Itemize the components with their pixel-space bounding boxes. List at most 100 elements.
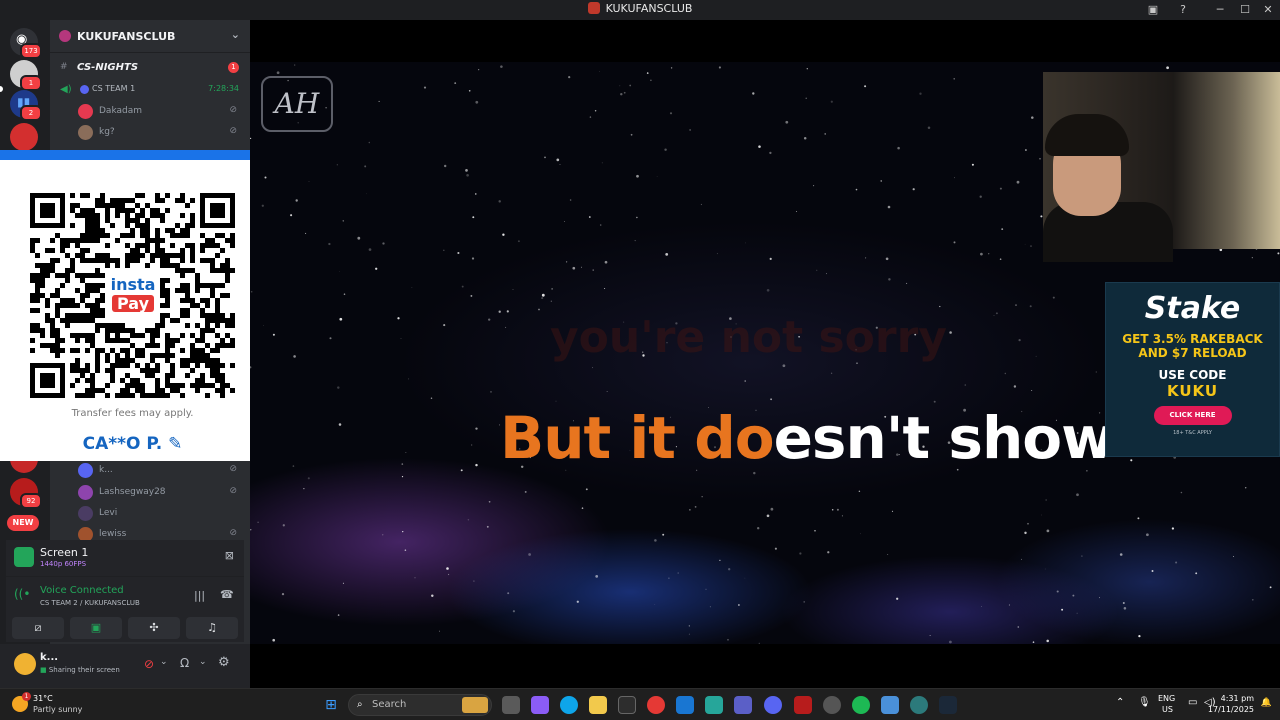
server-icon[interactable]: 1 <box>10 60 42 91</box>
click-here-button[interactable]: CLICK HERE <box>1153 406 1232 425</box>
stake-ad[interactable]: Stake GET 3.5% RAKEBACK AND $7 RELOAD US… <box>1105 282 1280 457</box>
disconnect-icon[interactable]: ☎ <box>220 588 234 601</box>
server-icon[interactable]: ▮▮ 2 <box>10 90 42 121</box>
app-icon[interactable] <box>910 696 928 714</box>
language-label[interactable]: ENG <box>1158 694 1175 703</box>
avatar <box>78 506 93 521</box>
new-badge[interactable]: NEW <box>7 515 39 531</box>
chevron-down-icon[interactable]: ⌄ <box>160 657 168 667</box>
muted-icon: ⊘ <box>229 126 237 136</box>
lyric-unsung: esn't show <box>773 404 1115 472</box>
outlook-icon[interactable] <box>676 696 694 714</box>
muted-icon: ⊘ <box>229 105 237 115</box>
server-badge: 1 <box>20 75 42 91</box>
channel-item-cs-nights[interactable]: # CS-NIGHTS 1 <box>50 58 250 78</box>
member-name: lewiss <box>99 529 127 539</box>
voice-member[interactable]: k... ⊘ <box>78 461 243 481</box>
discord-taskbar-icon[interactable] <box>764 696 782 714</box>
voice-timer: 7:28:34 <box>208 84 239 93</box>
soundboard-button[interactable]: ♫ <box>186 617 238 639</box>
voice-status[interactable]: Voice Connected <box>40 585 124 596</box>
camera-toggle-button[interactable]: ⧄ <box>12 617 64 639</box>
stake-logo: Stake <box>1144 291 1241 326</box>
window-title-text: KUKUFANSCLUB <box>605 2 693 15</box>
discord-home-button[interactable]: ◉ 173 <box>10 28 42 59</box>
app-icon[interactable] <box>823 696 841 714</box>
stop-stream-icon[interactable]: ⊠ <box>225 549 234 562</box>
voice-connection-panel: ((• Voice Connected CS TEAM 2 / KUKUFANS… <box>6 576 244 642</box>
taskbar-search[interactable]: ⌕ Search <box>348 694 492 716</box>
teams-icon[interactable] <box>734 696 752 714</box>
fee-note: Transfer fees may apply. <box>71 408 194 419</box>
member-name: Dakadam <box>99 106 143 116</box>
store-icon[interactable] <box>618 696 636 714</box>
copilot-icon[interactable] <box>531 696 549 714</box>
minimize-button[interactable]: ─ <box>1208 0 1232 20</box>
webcam-overlay <box>1043 72 1280 262</box>
voice-location[interactable]: CS TEAM 2 / KUKUFANSCLUB <box>40 599 140 607</box>
search-highlight-icon <box>462 697 488 713</box>
instapay-logo: insta Pay <box>107 270 159 320</box>
maximize-button[interactable]: ☐ <box>1233 0 1257 20</box>
spotify-icon[interactable] <box>852 696 870 714</box>
user-status: ■ Sharing their screen <box>40 666 120 674</box>
network-icon[interactable]: ▭ <box>1188 697 1197 708</box>
activities-button[interactable]: ✣ <box>128 617 180 639</box>
weather-badge: 1 <box>22 692 31 701</box>
notification-icon[interactable]: 🔔 <box>1261 698 1272 708</box>
notepad-icon[interactable] <box>881 696 899 714</box>
user-status-text: Sharing their screen <box>48 666 120 674</box>
screen-share-active-icon: ▣ <box>90 621 102 634</box>
previous-lyric: you're not sorry <box>550 312 947 363</box>
inbox-icon[interactable]: ▣ <box>1141 0 1165 20</box>
region-label[interactable]: US <box>1162 705 1173 714</box>
chrome-icon[interactable] <box>647 696 665 714</box>
channel-name: CS-NIGHTS <box>77 62 139 73</box>
ad-line-1: GET 3.5% RAKEBACK <box>1122 332 1263 346</box>
microphone-icon[interactable]: 🎙 <box>1138 697 1151 708</box>
chevron-up-icon[interactable]: ⌃ <box>1116 697 1124 708</box>
mic-muted-icon[interactable]: ⊘ <box>144 657 154 671</box>
muted-icon: ⊘ <box>229 528 237 538</box>
edge-icon[interactable] <box>560 696 578 714</box>
voice-member[interactable]: Levi <box>78 504 243 524</box>
overlay-top-bar <box>0 150 265 160</box>
app-icon[interactable] <box>705 696 723 714</box>
clock-date[interactable]: 17/11/2025 <box>1208 705 1254 714</box>
screen-share-button[interactable]: ▣ <box>70 617 122 639</box>
voice-channel-cs-team-1[interactable]: ◀) CS TEAM 1 7:28:34 <box>50 80 250 100</box>
screen-share-panel: Screen 1 1440p 60FPS ⊠ <box>6 540 244 576</box>
voice-channel-name: CS TEAM 1 <box>92 84 136 93</box>
guild-header[interactable]: KUKUFANSCLUB ⌄ <box>50 20 250 53</box>
windows-start-icon[interactable]: ⊞ <box>322 696 340 714</box>
avatar <box>78 125 93 140</box>
clock-time[interactable]: 4:31 pm <box>1221 694 1254 703</box>
server-icon[interactable]: 92 <box>10 478 42 509</box>
gear-icon[interactable]: ⚙ <box>218 655 230 670</box>
close-button[interactable]: ✕ <box>1256 0 1280 20</box>
current-lyric: But it doesn't show <box>500 404 1115 472</box>
avatar <box>78 104 93 119</box>
logo-text-bottom: Pay <box>111 295 155 312</box>
task-view-icon[interactable] <box>502 696 520 714</box>
avatar <box>78 463 93 478</box>
logo-text-top: insta <box>110 275 156 294</box>
voice-member[interactable]: Dakadam ⊘ <box>78 102 243 122</box>
chevron-down-icon[interactable]: ⌄ <box>231 28 240 41</box>
file-explorer-icon[interactable] <box>589 696 607 714</box>
steam-icon[interactable] <box>939 696 957 714</box>
app-icon[interactable] <box>794 696 812 714</box>
server-icon[interactable] <box>10 123 38 151</box>
noise-suppression-icon[interactable]: ||| <box>194 589 205 602</box>
voice-member[interactable]: kg? ⊘ <box>78 123 243 143</box>
channel-logo: AH <box>261 76 333 132</box>
member-name: k... <box>99 465 113 475</box>
voice-member[interactable]: Lashsegway28 ⊘ <box>78 483 243 503</box>
app-icon <box>587 2 600 14</box>
muted-icon: ⊘ <box>229 486 237 496</box>
avatar[interactable] <box>14 653 36 675</box>
stream-view[interactable]: you're not sorry But it doesn't show AH … <box>250 20 1280 688</box>
headphones-icon[interactable]: Ω <box>180 656 189 670</box>
chevron-down-icon[interactable]: ⌄ <box>199 657 207 667</box>
help-icon[interactable]: ? <box>1171 0 1195 20</box>
